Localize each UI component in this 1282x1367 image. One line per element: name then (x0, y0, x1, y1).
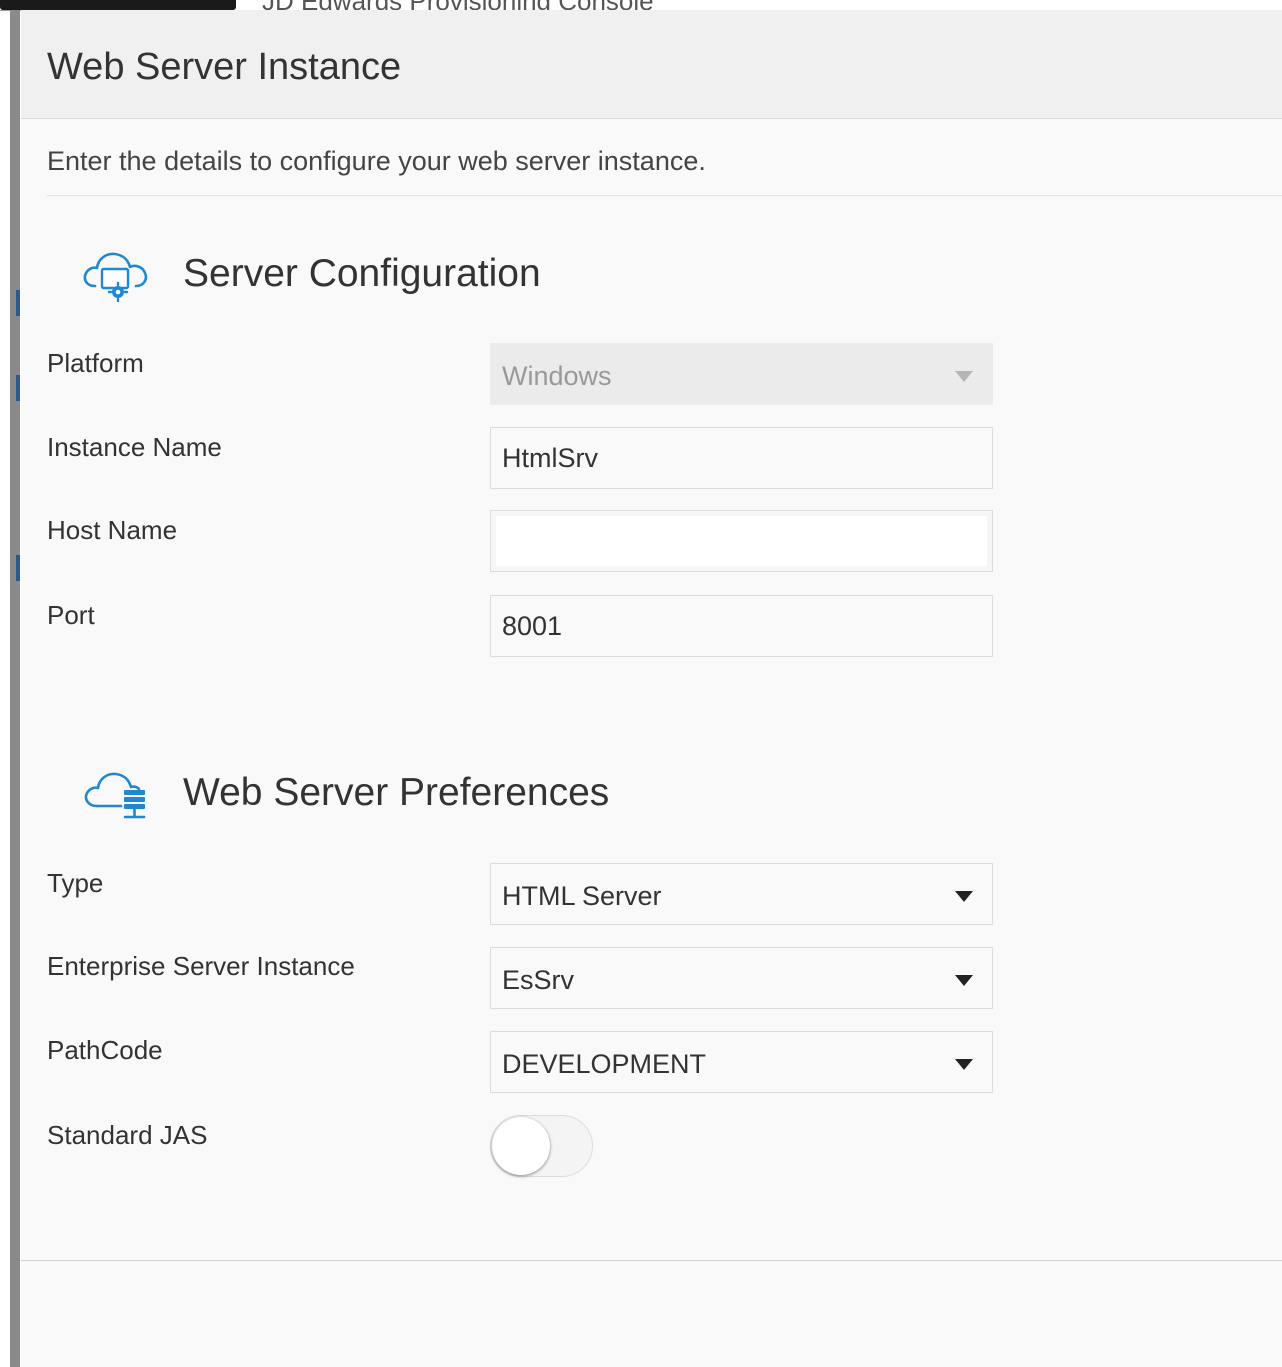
footer-divider (21, 1260, 1282, 1261)
divider (47, 195, 1282, 196)
port-label: Port (47, 600, 95, 630)
instance-name-label: Instance Name (47, 432, 222, 462)
section-title-server-configuration: Server Configuration (183, 252, 541, 295)
host-name-label: Host Name (47, 515, 178, 545)
cloud-gear-icon (83, 252, 148, 302)
enterprise-server-instance-value: EsSrv (502, 965, 575, 995)
standard-jas-label: Standard JAS (47, 1120, 208, 1150)
intro-text: Enter the details to configure your web … (47, 146, 706, 176)
chevron-down-icon (955, 975, 973, 986)
enterprise-server-instance-label: Enterprise Server Instance (47, 951, 355, 981)
web-server-instance-dialog: Web Server Instance Enter the details to… (21, 10, 1282, 1367)
cloud-server-icon (84, 772, 146, 819)
enterprise-server-instance-select[interactable]: EsSrv (490, 947, 993, 1009)
dialog-header: Web Server Instance (21, 10, 1282, 119)
pathcode-select[interactable]: DEVELOPMENT (490, 1031, 993, 1093)
dialog-title: Web Server Instance (47, 46, 402, 88)
sidebar-marker (16, 290, 20, 316)
platform-label: Platform (47, 348, 144, 378)
pathcode-label: PathCode (47, 1035, 163, 1065)
pathcode-value: DEVELOPMENT (502, 1049, 707, 1079)
port-input[interactable] (490, 595, 993, 657)
instance-name-input[interactable] (490, 427, 993, 489)
platform-value: Windows (502, 361, 612, 391)
platform-select[interactable]: Windows (490, 343, 993, 405)
type-label: Type (47, 868, 104, 898)
chevron-down-icon (955, 1059, 973, 1070)
background-sidebar-edge (10, 10, 20, 1367)
type-value: HTML Server (502, 881, 662, 911)
oracle-logo (0, 0, 236, 10)
section-title-web-server-preferences: Web Server Preferences (183, 771, 610, 814)
standard-jas-toggle[interactable] (490, 1115, 593, 1177)
sidebar-marker (16, 375, 20, 401)
chevron-down-icon (955, 371, 973, 382)
chevron-down-icon (955, 891, 973, 902)
toggle-knob[interactable] (492, 1117, 550, 1175)
host-name-input[interactable] (490, 510, 993, 572)
type-select[interactable]: HTML Server (490, 863, 993, 925)
sidebar-marker (16, 555, 20, 581)
